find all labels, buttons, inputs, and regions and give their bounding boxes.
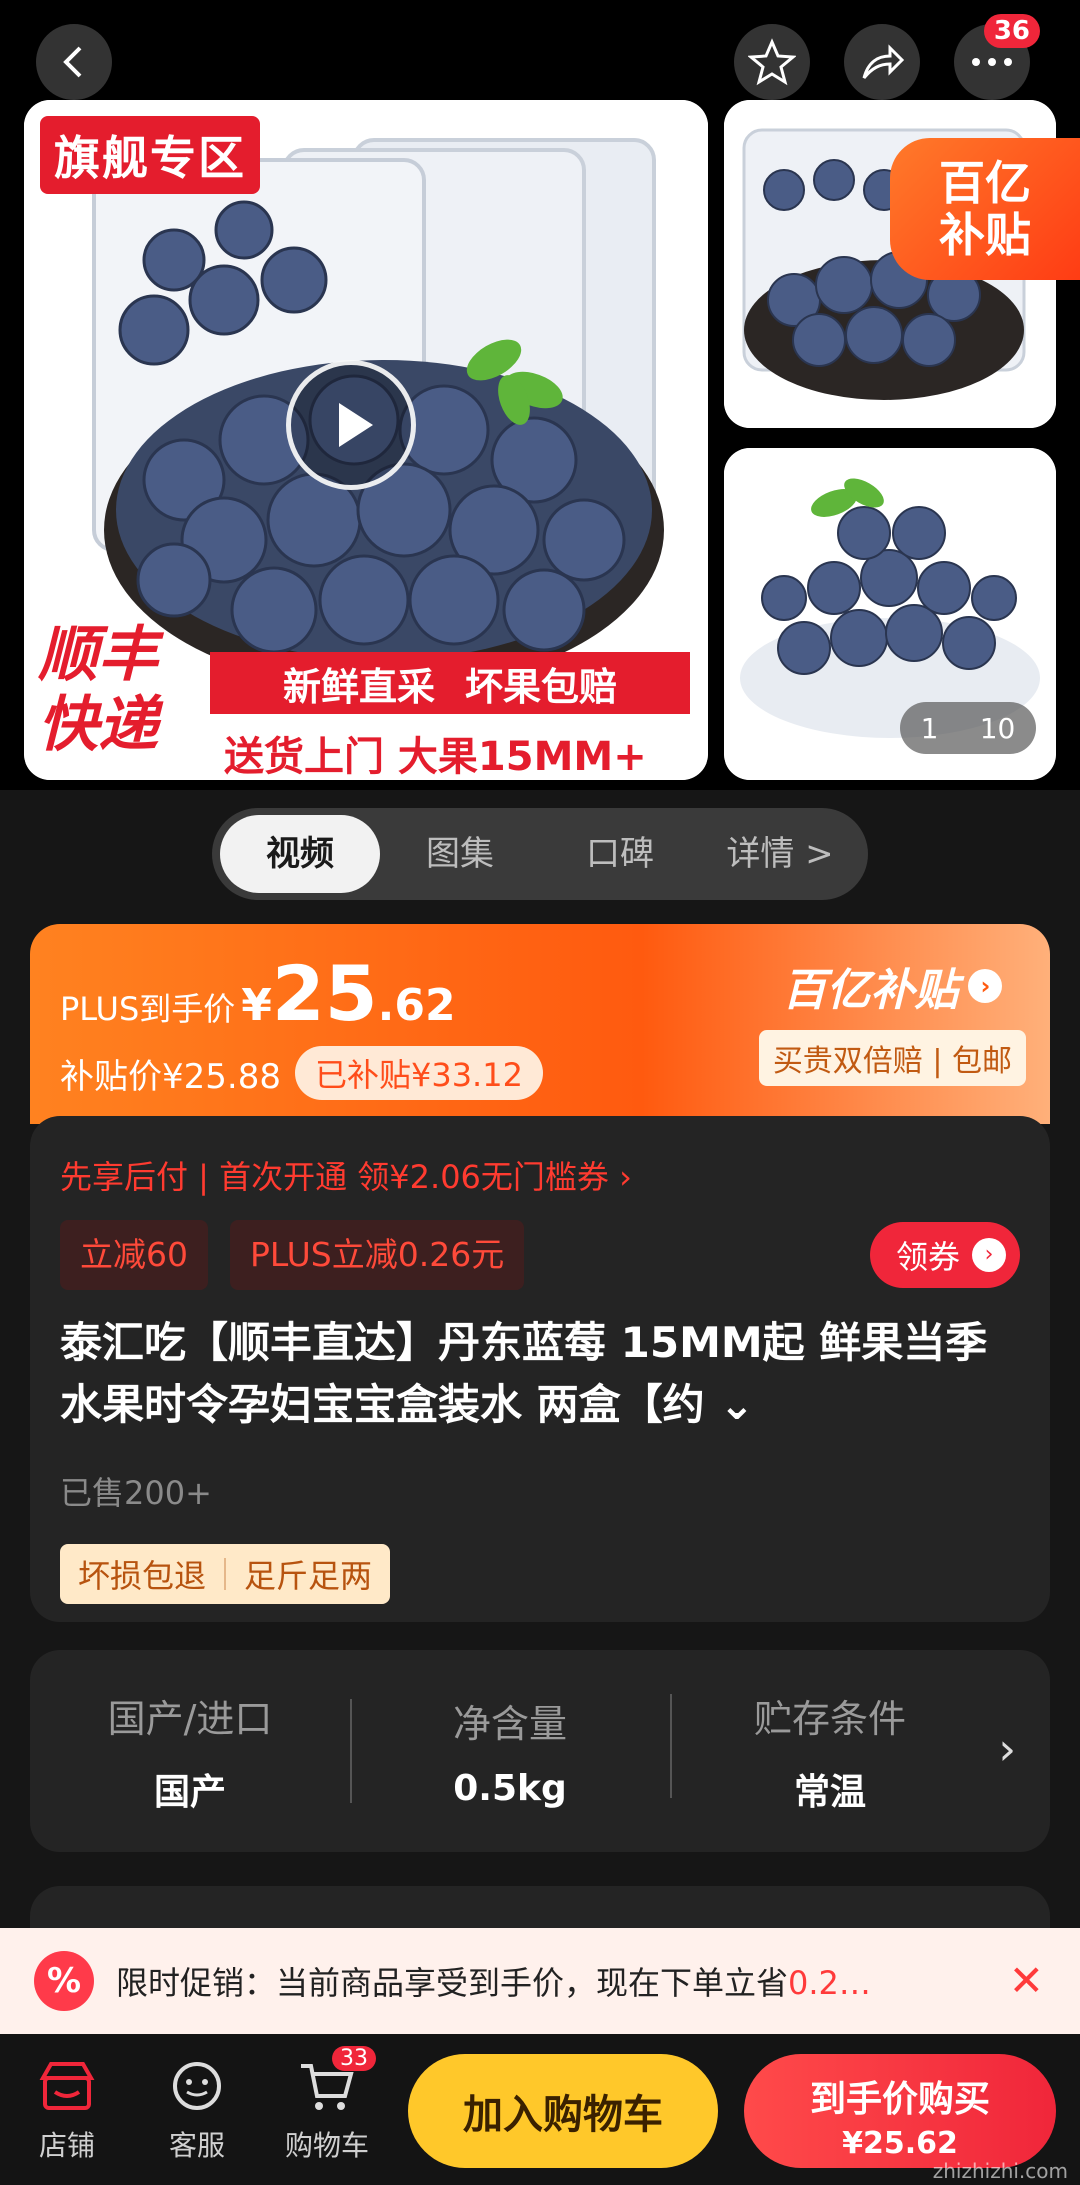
- promo-text: 限时促销：当前商品享受到手价，现在下单立省0.2…: [116, 1958, 996, 2004]
- subsidy-corner-line1: 百亿: [939, 156, 1031, 210]
- promo-message: 限时促销：当前商品享受到手价，现在下单立省: [116, 1964, 789, 2002]
- add-to-cart-button[interactable]: 加入购物车: [408, 2054, 718, 2168]
- buy-now-button[interactable]: 到手价购买 ¥25.62: [744, 2054, 1056, 2168]
- cart-label: 购物车: [284, 2128, 369, 2162]
- brand-guarantee-tags: 买贵双倍赔 | 包邮: [758, 1030, 1026, 1086]
- billion-subsidy-corner-badge: 百亿 补贴: [890, 138, 1080, 280]
- customer-service-label: 客服: [168, 2128, 225, 2162]
- divider: [224, 1558, 227, 1590]
- discount-chip: 立减60: [60, 1220, 208, 1290]
- brand-title-row: 百亿补贴 ›: [759, 954, 1026, 1018]
- back-button[interactable]: [36, 24, 112, 100]
- delivery-text: 送货上门 大果15MM+: [224, 734, 647, 780]
- chevron-right-icon: ›: [972, 1238, 1006, 1272]
- subsidy-price: 补贴价¥25.88: [60, 1056, 281, 1097]
- spec-key: 国产/进口: [107, 1696, 273, 1741]
- guarantee-full-weight: 足斤足两: [244, 1557, 373, 1595]
- percent-icon: %: [34, 1951, 94, 2011]
- tab-details[interactable]: 详情 >: [700, 815, 860, 893]
- share-button[interactable]: [844, 24, 920, 100]
- cart-button[interactable]: 33 购物车: [262, 2045, 392, 2164]
- flagship-zone-tag: 旗舰专区: [40, 116, 260, 194]
- product-title[interactable]: 泰汇吃【顺丰直达】丹东蓝莓 15MM起 鲜果当季水果时令孕妇宝宝盒装水 两盒【约…: [60, 1312, 1020, 1436]
- media-tabs: 视频 图集 口碑 详情 >: [212, 808, 868, 900]
- buy-now-price: ¥25.62: [842, 2126, 958, 2161]
- store-label: 店铺: [38, 2128, 95, 2162]
- plus-price-row: PLUS到手价 ¥ 25 .62: [60, 954, 456, 1034]
- share-icon: [862, 44, 905, 79]
- get-coupon-button[interactable]: 领券 ›: [869, 1222, 1020, 1288]
- subsidy-row: 补贴价¥25.88 已补贴¥33.12: [60, 1046, 543, 1100]
- play-video-button[interactable]: [286, 360, 416, 490]
- pager-current: 1: [920, 711, 939, 745]
- spec-storage: 贮存条件 常温: [670, 1688, 990, 1815]
- currency-symbol: ¥: [241, 980, 272, 1031]
- pay-later-link[interactable]: 先享后付 | 首次开通 领¥2.06无门槛券 ›: [60, 1152, 632, 1198]
- product-info-card: 先享后付 | 首次开通 领¥2.06无门槛券 › 立减60 PLUS立减0.26…: [30, 1116, 1050, 1622]
- pager-total: 10: [979, 711, 1016, 745]
- store-icon: [32, 2056, 102, 2116]
- watermark: zhizhizhi.com: [932, 2159, 1068, 2183]
- more-button[interactable]: 36: [954, 14, 1040, 100]
- sf-express-label: 顺丰快递: [38, 620, 158, 760]
- chevron-right-icon: ›: [968, 969, 1003, 1003]
- more-badge: 36: [983, 14, 1040, 48]
- spec-key: 贮存条件: [753, 1696, 906, 1741]
- product-gallery[interactable]: 旗舰专区 顺丰快递 新鲜直采 坏果包赔 送货上门 大果15MM+ 百亿 补贴 1…: [0, 0, 1080, 790]
- price-decimal: .62: [377, 980, 456, 1031]
- billion-subsidy-brand[interactable]: 百亿补贴 › 买贵双倍赔 | 包邮: [758, 954, 1026, 1086]
- star-icon: [748, 38, 796, 86]
- close-icon[interactable]: ✕: [1009, 1956, 1044, 2006]
- tab-gallery[interactable]: 图集: [380, 815, 540, 893]
- play-icon: [339, 403, 373, 447]
- fresh-direct-text: 新鲜直采: [282, 664, 435, 709]
- specs-card[interactable]: 国产/进口 国产 净含量 0.5kg 贮存条件 常温 ›: [30, 1650, 1050, 1852]
- chevron-right-icon[interactable]: ›: [998, 1724, 1016, 1775]
- get-coupon-label: 领券: [895, 1238, 960, 1276]
- sold-count: 已售200+: [60, 1474, 212, 1512]
- cart-badge: 33: [332, 2045, 376, 2071]
- bad-fruit-compensation-text: 坏果包赔: [465, 664, 618, 709]
- plus-discount-chip: PLUS立减0.26元: [230, 1220, 525, 1290]
- tab-reviews[interactable]: 口碑: [540, 815, 700, 893]
- spec-origin: 国产/进口 国产: [30, 1688, 350, 1815]
- spec-key: 净含量: [452, 1702, 567, 1746]
- promo-strip: 新鲜直采 坏果包赔: [210, 652, 690, 714]
- chevron-left-icon: [63, 46, 82, 78]
- price-integer: 25: [271, 949, 378, 1038]
- spec-net-weight: 净含量 0.5kg: [350, 1693, 670, 1809]
- plus-price-label: PLUS到手价: [60, 990, 236, 1028]
- promo-banner[interactable]: % 限时促销：当前商品享受到手价，现在下单立省0.2… ✕: [0, 1928, 1080, 2034]
- store-button[interactable]: 店铺: [2, 2056, 132, 2164]
- promo-highlight: 0.2…: [788, 1964, 871, 2002]
- spec-value: 常温: [793, 1771, 866, 1813]
- spec-value: 国产: [153, 1771, 226, 1813]
- brand-title: 百亿补贴: [782, 965, 959, 1016]
- subsidized-amount-badge: 已补贴¥33.12: [294, 1046, 543, 1100]
- discount-chips: 立减60 PLUS立减0.26元: [60, 1220, 525, 1290]
- more-dots-icon: [972, 58, 1012, 66]
- main-product-image[interactable]: 旗舰专区 顺丰快递 新鲜直采 坏果包赔 送货上门 大果15MM+: [24, 100, 708, 780]
- tab-video[interactable]: 视频: [220, 815, 380, 893]
- subsidy-corner-line2: 补贴: [939, 208, 1031, 262]
- buy-now-label: 到手价购买: [809, 2079, 990, 2120]
- image-pager: 1 10: [900, 702, 1036, 754]
- customer-service-icon: [162, 2056, 232, 2116]
- guarantee-tags[interactable]: 坏损包退 足斤足两: [60, 1544, 391, 1604]
- guarantee-damage-return: 坏损包退: [78, 1557, 207, 1595]
- favorite-button[interactable]: [734, 24, 810, 100]
- bottom-action-bar: 店铺 客服 33 购物车 加入购物车 到手价购买 ¥25.62 zhizhizh…: [0, 2034, 1080, 2185]
- price-card: PLUS到手价 ¥ 25 .62 补贴价¥25.88 已补贴¥33.12 百亿补…: [30, 924, 1050, 1124]
- spec-value: 0.5kg: [453, 1768, 567, 1809]
- customer-service-button[interactable]: 客服: [132, 2056, 262, 2164]
